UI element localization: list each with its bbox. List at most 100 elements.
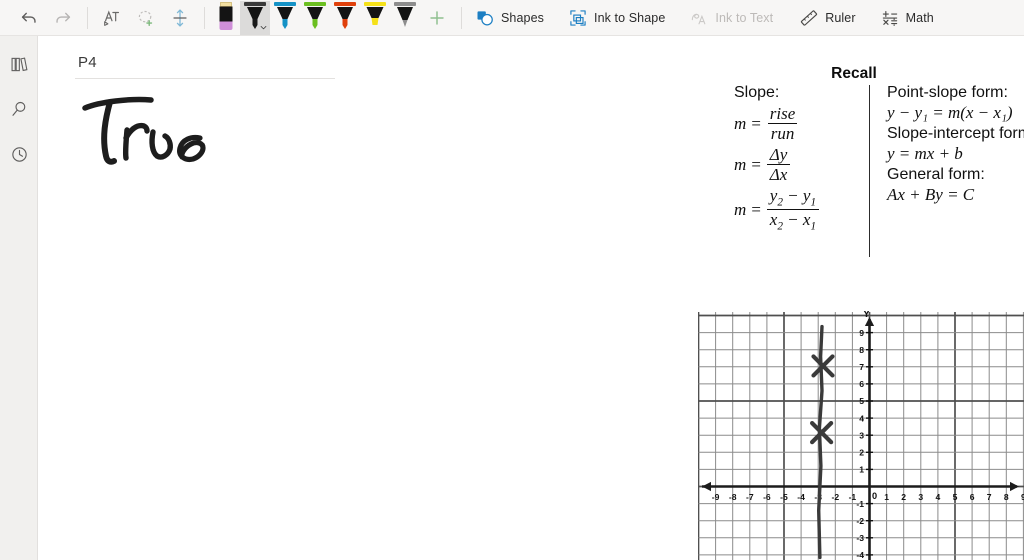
undo-button[interactable] [12, 1, 46, 35]
title-separator [75, 78, 335, 79]
x-tick-label: -4 [797, 492, 805, 502]
y-tick-label: -3 [856, 533, 864, 543]
denominator-x2-minus-x1: x2 − x1 [766, 209, 820, 233]
y-tick-label: 2 [859, 448, 864, 458]
main-toolbar: Shapes Ink to Shape Ink to Text Ruler Ma… [0, 0, 1024, 36]
y-tick-label: 8 [859, 345, 864, 355]
pen-black-button[interactable] [240, 0, 270, 35]
x-tick-label: -6 [763, 492, 771, 502]
ink-to-shape-icon [570, 9, 586, 26]
pen-blue-button[interactable] [270, 1, 300, 35]
highlighter-yellow-color-band [364, 1, 386, 6]
highlighter-yellow-icon [366, 6, 384, 25]
m-symbol-3: m [734, 199, 747, 219]
plus-icon [430, 10, 444, 25]
m-symbol-1: m [734, 113, 747, 133]
y-tick-label: 5 [859, 396, 864, 406]
slope-formula-two-point: m = y2 − y1 x2 − x1 [734, 186, 869, 233]
equals-2: = [750, 154, 762, 174]
toolbar-divider-1 [87, 6, 88, 29]
x-tick-label: -2 [831, 492, 839, 502]
lasso-text-icon [104, 9, 120, 26]
insert-space-button[interactable] [163, 1, 197, 35]
pen-blue-color-band [274, 1, 296, 6]
recall-divider [869, 85, 870, 257]
pencil-gray-button[interactable] [390, 1, 420, 35]
equals-3: = [750, 199, 762, 219]
x-mark-lower [810, 421, 834, 445]
general-form-heading: General form: [887, 166, 985, 183]
pencil-gray-color-band [394, 1, 416, 6]
pencil-gray-icon [397, 6, 413, 27]
slope-formula-delta: m = Δy Δx [734, 145, 869, 184]
pen-blue-icon [277, 6, 293, 29]
slope-heading: Slope: [734, 84, 780, 101]
math-button[interactable]: Math [874, 1, 942, 35]
toolbar-divider-3 [461, 6, 462, 29]
pen-rack [240, 0, 420, 35]
ruler-button[interactable]: Ruler [793, 1, 863, 35]
pen-orange-button[interactable] [330, 1, 360, 35]
x-tick-label: 4 [936, 492, 941, 502]
coordinate-graph: XY-9-8-7-6-5-4-3-2-1123456789987654321-1… [698, 311, 1024, 560]
left-navigation-rail [0, 36, 38, 560]
y-tick-label: 6 [859, 379, 864, 389]
y-tick-label: -4 [856, 550, 864, 560]
ink-to-text-icon [692, 13, 706, 24]
add-pen-button[interactable] [420, 1, 454, 35]
fraction-delta: Δy Δx [766, 145, 791, 184]
x-tick-label: -5 [780, 492, 788, 502]
ink-to-shape-label: Ink to Shape [594, 10, 666, 25]
x-axis-arrow-left [702, 481, 711, 492]
graph-tick-labels: -9 -8 -7 -6 -5 -4 -3 -2 -1 1 2 3 4 5 6 7 8 9987654321-1-2… [712, 328, 1024, 560]
x-tick-label: 8 [1004, 492, 1009, 502]
x-tick-label: 2 [901, 492, 906, 502]
chevron-down-icon[interactable] [260, 24, 267, 31]
pen-orange-color-band [334, 1, 356, 6]
lasso-add-button[interactable] [129, 1, 163, 35]
x-mark-upper [811, 354, 835, 378]
ink-to-text-button[interactable]: Ink to Text [683, 1, 781, 35]
m-symbol-2: m [734, 154, 747, 174]
page-canvas[interactable]: P4 Recall Slope: m = rise run m = Δy Δx … [39, 36, 1024, 560]
handwritten-ink-true [82, 96, 206, 165]
pen-black-color-band [244, 1, 266, 6]
insert-space-icon [173, 8, 187, 27]
numerator-y2-minus-y1: y2 − y1 [769, 186, 817, 209]
eraser-button[interactable] [212, 1, 240, 35]
pen-green-color-band [304, 1, 326, 6]
recall-slope-column: Slope: m = rise run m = Δy Δx m = y2 − y… [734, 84, 869, 233]
y-tick-label: 3 [859, 430, 864, 440]
notebook-icon [11, 56, 27, 71]
search-icon [11, 101, 25, 116]
pen-green-button[interactable] [300, 1, 330, 35]
shapes-button[interactable]: Shapes [469, 1, 552, 35]
x-tick-label: 7 [987, 492, 992, 502]
undo-icon [21, 12, 36, 23]
toolbar-divider-2 [204, 6, 205, 29]
y-tick-label: 7 [859, 362, 864, 372]
x-tick-label: 5 [953, 492, 958, 502]
x-axis-arrow-right [1010, 481, 1019, 492]
sidebar-item-search[interactable] [0, 91, 38, 127]
point-slope-equation: y − y₁ = m(x − x₁) [887, 103, 1013, 122]
sidebar-item-notebooks[interactable] [0, 46, 38, 82]
page-title[interactable]: P4 [78, 54, 97, 71]
recall-panel: Recall Slope: m = rise run m = Δy Δx m =… [694, 65, 1024, 295]
origin-label: 0 [872, 491, 877, 501]
y-tick-label: 1 [859, 465, 864, 475]
lasso-select-text-button[interactable] [95, 1, 129, 35]
y-axis-label: Y [863, 311, 870, 320]
lasso-plus-icon [138, 10, 153, 26]
redo-button[interactable] [46, 1, 80, 35]
shapes-icon [477, 10, 493, 25]
sidebar-item-recent[interactable] [0, 136, 38, 172]
fraction-rise-run: rise run [767, 104, 799, 143]
y-tick-label: -2 [856, 516, 864, 526]
pen-orange-icon [337, 6, 353, 29]
rise-text: rise [769, 104, 796, 123]
highlighter-yellow-button[interactable] [360, 1, 390, 35]
slope-formula-rise-run: m = rise run [734, 104, 869, 143]
ink-to-shape-button[interactable]: Ink to Shape [562, 1, 673, 35]
x-tick-label: 3 [918, 492, 923, 502]
